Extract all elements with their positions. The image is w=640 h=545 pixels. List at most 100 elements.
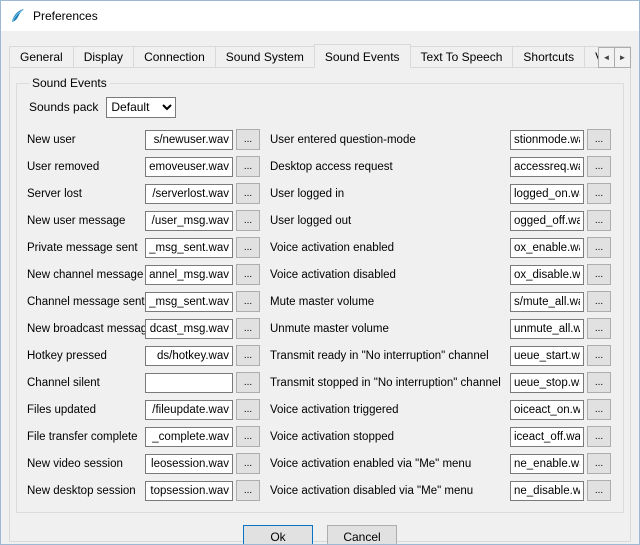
browse-button[interactable]: ...: [587, 183, 611, 204]
browse-button[interactable]: ...: [587, 399, 611, 420]
tab-scroll-right-button[interactable]: ►: [614, 47, 631, 68]
sound-event-rows: New user... User entered question-mode...…: [27, 126, 613, 504]
sound-event-row: New user... User entered question-mode...: [27, 126, 613, 153]
sound-file-input[interactable]: [145, 184, 233, 204]
browse-button[interactable]: ...: [236, 156, 260, 177]
sound-file-input[interactable]: [510, 292, 584, 312]
browse-button[interactable]: ...: [587, 291, 611, 312]
sound-file-input[interactable]: [145, 265, 233, 285]
footer: Ok Cancel: [10, 525, 630, 545]
sound-file-input[interactable]: [510, 130, 584, 150]
browse-button[interactable]: ...: [236, 453, 260, 474]
browse-button[interactable]: ...: [236, 399, 260, 420]
sound-file-input[interactable]: [510, 184, 584, 204]
sound-file-input[interactable]: [145, 427, 233, 447]
sound-file-input[interactable]: [145, 130, 233, 150]
event-label: User entered question-mode: [270, 134, 510, 146]
browse-button[interactable]: ...: [236, 318, 260, 339]
event-label: Private message sent: [27, 242, 145, 254]
sound-file-input[interactable]: [145, 373, 233, 393]
event-label: New desktop session: [27, 485, 145, 497]
event-label: Files updated: [27, 404, 145, 416]
sounds-pack-label: Sounds pack: [29, 100, 98, 114]
sound-file-input[interactable]: [145, 238, 233, 258]
tab-shortcuts[interactable]: Shortcuts: [512, 46, 585, 68]
browse-button[interactable]: ...: [236, 183, 260, 204]
browse-button[interactable]: ...: [236, 291, 260, 312]
event-label: New user message: [27, 215, 145, 227]
event-label: Channel silent: [27, 377, 145, 389]
sound-file-input[interactable]: [145, 319, 233, 339]
sound-event-row: Files updated... Voice activation trigger…: [27, 396, 613, 423]
sound-event-row: User removed...Desktop access request...: [27, 153, 613, 180]
browse-button[interactable]: ...: [587, 156, 611, 177]
tab-scroll-left-button[interactable]: ◄: [598, 47, 615, 68]
browse-button[interactable]: ...: [236, 210, 260, 231]
browse-button[interactable]: ...: [587, 210, 611, 231]
sound-file-input[interactable]: [145, 481, 233, 501]
sound-event-row: File transfer complete...Voice activatio…: [27, 423, 613, 450]
tab-connection[interactable]: Connection: [133, 46, 216, 68]
sound-file-input[interactable]: [145, 292, 233, 312]
tab-sound-system[interactable]: Sound System: [215, 46, 315, 68]
event-label: Desktop access request: [270, 161, 510, 173]
event-label: Voice activation disabled: [270, 269, 510, 281]
sound-event-row: New user message... User logged out...: [27, 207, 613, 234]
tab-sound-events[interactable]: Sound Events: [314, 44, 411, 68]
event-label: Mute master volume: [270, 296, 510, 308]
sound-file-input[interactable]: [510, 319, 584, 339]
browse-button[interactable]: ...: [587, 129, 611, 150]
cancel-button[interactable]: Cancel: [327, 525, 397, 545]
event-label: New video session: [27, 458, 145, 470]
browse-button[interactable]: ...: [587, 264, 611, 285]
browse-button[interactable]: ...: [236, 129, 260, 150]
tab-text-to-speech[interactable]: Text To Speech: [410, 46, 514, 68]
titlebar[interactable]: Preferences: [1, 1, 639, 31]
sound-file-input[interactable]: [510, 454, 584, 474]
event-label: User logged out: [270, 215, 510, 227]
event-label: Voice activation enabled via "Me" menu: [270, 458, 510, 470]
sound-file-input[interactable]: [510, 265, 584, 285]
sound-file-input[interactable]: [510, 400, 584, 420]
sound-file-input[interactable]: [145, 211, 233, 231]
browse-button[interactable]: ...: [587, 426, 611, 447]
sound-file-input[interactable]: [145, 454, 233, 474]
browse-button[interactable]: ...: [587, 237, 611, 258]
sound-file-input[interactable]: [510, 481, 584, 501]
sound-file-input[interactable]: [145, 400, 233, 420]
sound-event-row: Private message sent...Voice activation …: [27, 234, 613, 261]
sound-event-row: Channel message sent...Mute master volum…: [27, 288, 613, 315]
browse-button[interactable]: ...: [236, 480, 260, 501]
sound-file-input[interactable]: [510, 157, 584, 177]
event-label: Voice activation triggered: [270, 404, 510, 416]
browse-button[interactable]: ...: [236, 345, 260, 366]
sound-file-input[interactable]: [145, 346, 233, 366]
ok-button[interactable]: Ok: [243, 525, 313, 545]
browse-button[interactable]: ...: [587, 453, 611, 474]
sounds-pack-select[interactable]: Default: [106, 97, 176, 118]
sound-file-input[interactable]: [510, 373, 584, 393]
tab-strip: GeneralDisplayConnectionSound SystemSoun…: [9, 44, 631, 68]
preferences-window: Preferences GeneralDisplayConnectionSoun…: [0, 0, 640, 545]
browse-button[interactable]: ...: [587, 480, 611, 501]
browse-button[interactable]: ...: [587, 345, 611, 366]
sound-file-input[interactable]: [510, 211, 584, 231]
event-label: User logged in: [270, 188, 510, 200]
tab-general[interactable]: General: [9, 46, 74, 68]
tab-display[interactable]: Display: [73, 46, 134, 68]
browse-button[interactable]: ...: [236, 264, 260, 285]
event-label: New user: [27, 134, 145, 146]
sound-file-input[interactable]: [145, 157, 233, 177]
sound-file-input[interactable]: [510, 427, 584, 447]
event-label: Transmit stopped in "No interruption" ch…: [270, 377, 510, 389]
browse-button[interactable]: ...: [587, 318, 611, 339]
sound-event-row: New desktop session...Voice activation d…: [27, 477, 613, 504]
browse-button[interactable]: ...: [236, 372, 260, 393]
browse-button[interactable]: ...: [587, 372, 611, 393]
sound-file-input[interactable]: [510, 238, 584, 258]
sound-file-input[interactable]: [510, 346, 584, 366]
browse-button[interactable]: ...: [236, 426, 260, 447]
event-label: File transfer complete: [27, 431, 145, 443]
event-label: New channel message: [27, 269, 145, 281]
browse-button[interactable]: ...: [236, 237, 260, 258]
